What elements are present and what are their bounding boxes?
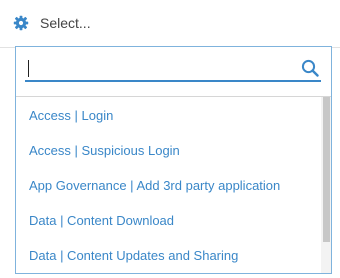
search-input[interactable] [25,56,321,82]
scrollbar-thumb[interactable] [323,97,330,242]
list-item[interactable]: Access | Login [29,108,113,124]
options-list: Access | Login Access | Suspicious Login… [16,97,319,273]
select-placeholder: Select... [40,15,91,31]
list-item[interactable]: Data | Content Updates and Sharing [29,248,238,264]
dropdown-panel: Access | Login Access | Suspicious Login… [15,46,332,274]
text-caret [28,60,29,77]
gear-icon [13,15,29,31]
list-item[interactable]: Data | Content Download [29,213,174,229]
search-box [16,47,331,97]
select-trigger[interactable]: Select... [0,0,340,48]
list-item[interactable]: Access | Suspicious Login [29,143,180,159]
search-icon[interactable] [301,59,319,77]
select-dropdown-widget: Select... Access | Login Access | Suspic… [0,0,340,278]
list-item[interactable]: App Governance | Add 3rd party applicati… [29,178,280,194]
scrollbar-track[interactable] [321,97,331,273]
